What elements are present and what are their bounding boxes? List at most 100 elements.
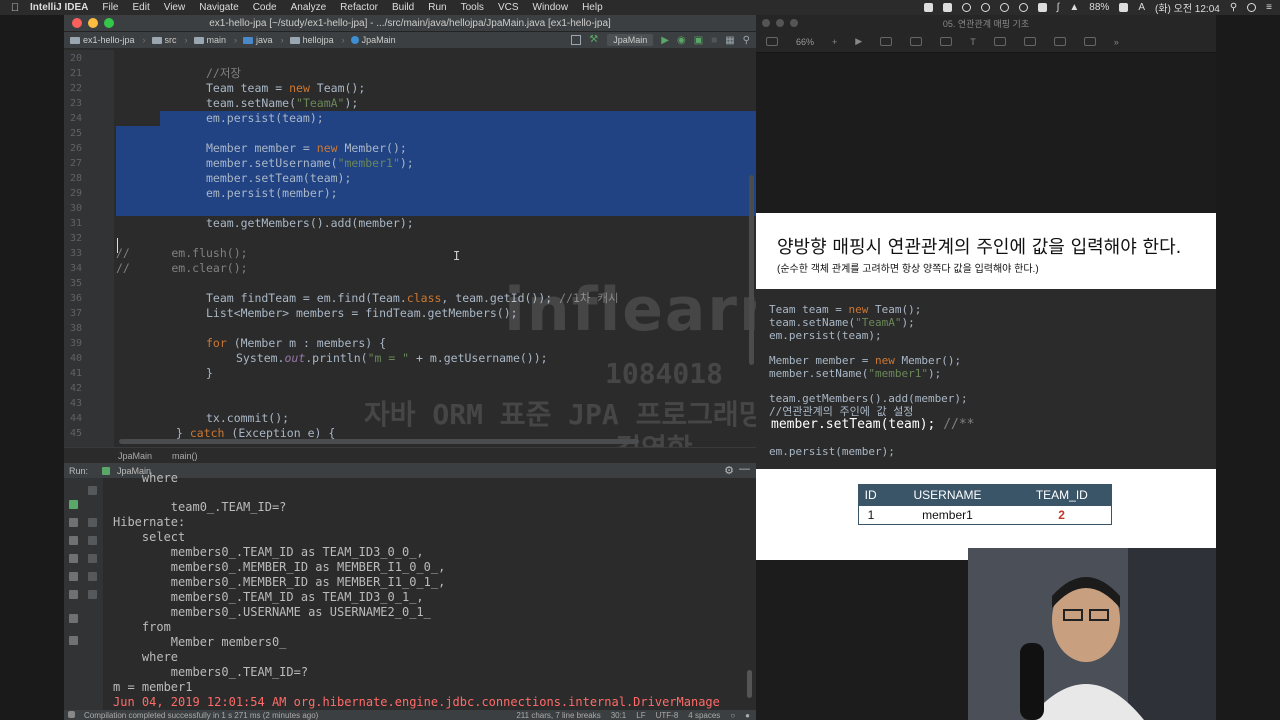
code-line[interactable]: 20 [64, 51, 756, 66]
exit-icon[interactable] [69, 590, 78, 599]
zoom-select[interactable]: 66% [796, 37, 814, 47]
media-icon[interactable] [1023, 37, 1036, 46]
bluetooth-icon[interactable]: ∫ [1057, 2, 1060, 13]
wifi-icon[interactable]: ▲ [1069, 2, 1079, 13]
code-line[interactable]: 33// em.flush(); [64, 246, 756, 261]
coverage-icon[interactable]: ▣ [694, 35, 703, 46]
record-icon[interactable] [1018, 3, 1028, 12]
screen-icon[interactable] [1037, 3, 1047, 12]
code-line[interactable]: 21//저장 [64, 66, 756, 81]
keynote-live-icon[interactable] [880, 37, 893, 46]
info-icon[interactable] [980, 3, 990, 12]
menu-build[interactable]: Build [392, 2, 414, 13]
editor-horizontal-scrollbar[interactable] [119, 439, 639, 444]
code-line[interactable]: 31 team.getMembers().add(member); [64, 216, 756, 231]
status-app-icon[interactable] [942, 3, 952, 12]
sync-icon[interactable] [961, 3, 971, 12]
menu-help[interactable]: Help [582, 2, 603, 13]
code-line[interactable]: 23 team.setName("TeamA"); [64, 96, 756, 111]
shape-icon[interactable] [993, 37, 1006, 46]
status-position[interactable]: 30:1 [611, 711, 627, 720]
view-icon[interactable] [766, 37, 778, 46]
apple-icon[interactable]:  [0, 2, 30, 14]
scroll-to-end-icon[interactable] [88, 554, 97, 563]
code-line[interactable]: 27 member.setUsername("member1"); [64, 156, 756, 171]
gear-icon[interactable]: ⚙ [724, 464, 734, 477]
menu-navigate[interactable]: Navigate [199, 2, 238, 13]
menu-view[interactable]: View [164, 2, 186, 13]
status-message[interactable]: Compilation completed successfully in 1 … [84, 711, 318, 720]
run-icon[interactable]: ▶ [661, 35, 669, 46]
crumb-class[interactable]: JpaMain [118, 451, 152, 461]
user-icon[interactable] [1247, 3, 1257, 12]
menu-list-icon[interactable]: ≡ [1266, 2, 1272, 13]
breadcrumb-project[interactable]: ex1-hello-jpa [70, 35, 135, 45]
play-icon[interactable]: ▶ [855, 36, 862, 47]
clock[interactable]: (화) 오전 12:04 [1155, 0, 1220, 15]
minimize-icon[interactable]: — [739, 463, 750, 475]
status-indent[interactable]: 4 spaces [688, 711, 720, 720]
toggle-tool-windows-icon[interactable] [68, 711, 75, 718]
dump-threads-icon[interactable] [69, 554, 78, 563]
code-line[interactable]: 25 [64, 126, 756, 141]
lock-icon[interactable]: ○ [730, 711, 735, 720]
menu-app-name[interactable]: IntelliJ IDEA [30, 2, 88, 13]
layout-icon[interactable] [69, 614, 78, 623]
menu-analyze[interactable]: Analyze [291, 2, 327, 13]
menu-refactor[interactable]: Refactor [340, 2, 378, 13]
code-line[interactable]: 32 [64, 231, 756, 246]
cloud-icon[interactable] [999, 3, 1009, 12]
breadcrumb-main[interactable]: main [193, 35, 226, 45]
status-app-icon[interactable] [923, 3, 933, 12]
run-configuration-select[interactable]: JpaMain [607, 34, 654, 46]
sync-project-icon[interactable] [571, 35, 582, 45]
stop-icon[interactable] [69, 518, 78, 527]
build-hammer-icon[interactable]: ⚒ [589, 35, 599, 45]
settings-icon[interactable] [69, 572, 78, 581]
menu-file[interactable]: File [102, 2, 118, 13]
format-icon[interactable] [1083, 37, 1096, 46]
status-line-separator[interactable]: LF [636, 711, 645, 720]
breadcrumb-class[interactable]: JpaMain [350, 35, 396, 45]
search-everywhere-icon[interactable]: ⚲ [743, 35, 750, 46]
code-line[interactable]: 22 Team team = new Team(); [64, 81, 756, 96]
slide-canvas[interactable]: 양방향 매핑시 연관관계의 주인에 값을 입력해야 한다. (순수한 객체 관계… [756, 213, 1216, 560]
rerun-icon[interactable] [69, 500, 78, 509]
code-line[interactable]: 28 member.setTeam(team); [64, 171, 756, 186]
stop-icon[interactable]: ■ [711, 35, 717, 46]
clear-all-icon[interactable] [88, 590, 97, 599]
code-editor[interactable]: 20 21//저장 22 Team team = new Team(); 23 te… [64, 50, 756, 447]
add-slide-icon[interactable]: + [832, 37, 837, 47]
pin-icon[interactable] [69, 636, 78, 645]
soft-wrap-icon[interactable] [88, 536, 97, 545]
editor-vertical-scrollbar[interactable] [749, 175, 754, 365]
code-line[interactable]: 34// em.clear(); [64, 261, 756, 276]
pause-icon[interactable] [69, 536, 78, 545]
project-structure-icon[interactable]: ▦ [725, 35, 734, 46]
breadcrumb-src[interactable]: src [151, 35, 177, 45]
menu-run[interactable]: Run [428, 2, 446, 13]
status-encoding[interactable]: UTF-8 [656, 711, 679, 720]
menu-window[interactable]: Window [533, 2, 569, 13]
input-source-icon[interactable]: A [1138, 2, 1145, 13]
breadcrumb-java[interactable]: java [243, 35, 273, 45]
menu-code[interactable]: Code [253, 2, 277, 13]
search-icon[interactable]: ⚲ [1230, 2, 1237, 13]
more-icon[interactable]: » [1114, 37, 1119, 47]
table-icon[interactable] [910, 37, 923, 46]
debug-icon[interactable]: ◉ [677, 35, 686, 46]
chart-icon[interactable] [940, 37, 953, 46]
print-icon[interactable] [88, 572, 97, 581]
menu-vcs[interactable]: VCS [498, 2, 519, 13]
code-line[interactable]: 26 Member member = new Member(); [64, 141, 756, 156]
text-icon[interactable]: T [970, 37, 976, 47]
code-line[interactable]: 30 [64, 201, 756, 216]
console-scrollbar[interactable] [747, 670, 752, 698]
menu-tools[interactable]: Tools [461, 2, 484, 13]
code-line[interactable]: 24 em.persist(team); [64, 111, 756, 126]
breadcrumb-package[interactable]: hellojpa [289, 35, 334, 45]
battery-label[interactable]: 88% [1089, 2, 1109, 13]
code-line[interactable]: 29 em.persist(member); [64, 186, 756, 201]
menu-edit[interactable]: Edit [132, 2, 149, 13]
crumb-method[interactable]: main() [172, 451, 198, 461]
